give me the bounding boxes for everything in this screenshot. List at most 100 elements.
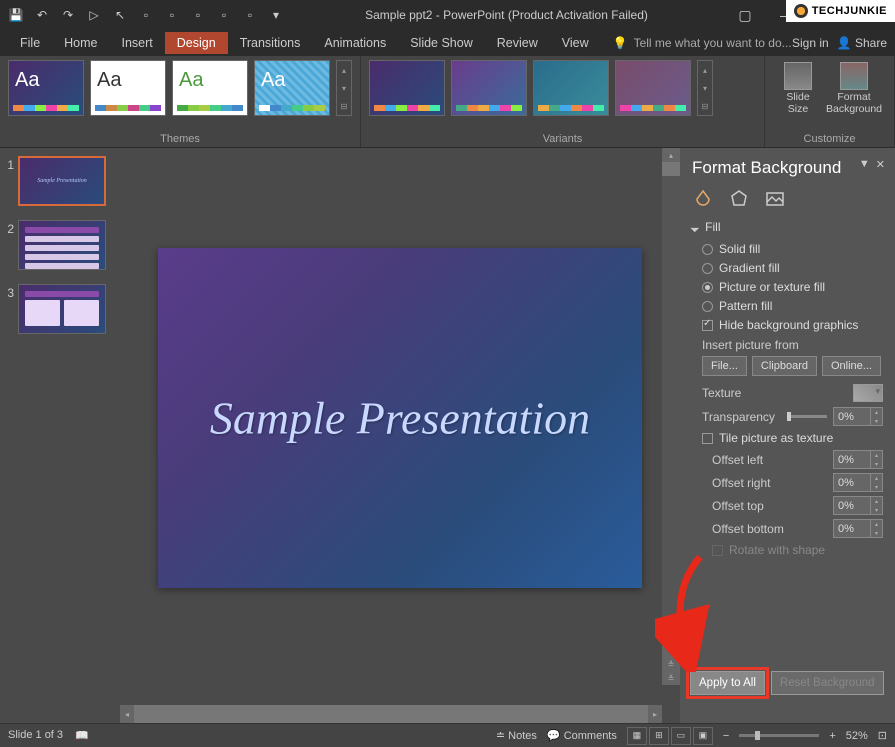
notes-button[interactable]: ≐ Notes xyxy=(496,729,537,742)
effects-tab-icon[interactable] xyxy=(728,188,750,210)
undo-icon[interactable]: ↶ xyxy=(30,3,54,27)
tab-view[interactable]: View xyxy=(550,32,601,54)
offset-right-spinner[interactable]: 0%▴▾ xyxy=(833,473,883,492)
gradient-fill-radio[interactable]: Gradient fill xyxy=(702,261,883,275)
themes-group-label: Themes xyxy=(8,131,352,145)
save-icon[interactable]: 💾 xyxy=(4,3,28,27)
fill-section-header[interactable]: Fill xyxy=(692,220,883,234)
pane-options-icon[interactable]: ▼ xyxy=(859,158,870,171)
scroll-up-icon[interactable]: ▴ xyxy=(662,148,680,162)
tab-insert[interactable]: Insert xyxy=(110,32,165,54)
scroll-down-icon[interactable]: ▾ xyxy=(662,643,680,657)
zoom-in-icon[interactable]: + xyxy=(829,730,835,742)
ribbon-options-icon[interactable]: ▢ xyxy=(725,1,765,29)
clipboard-button[interactable]: Clipboard xyxy=(752,356,817,376)
slide-editor: Sample Presentation ▴ ▾ ≜ ≚ ◂ ▸ xyxy=(120,148,680,723)
slide-counter[interactable]: Slide 1 of 3 xyxy=(8,729,63,742)
variant-option[interactable] xyxy=(369,60,445,116)
variant-option[interactable] xyxy=(615,60,691,116)
transparency-slider[interactable] xyxy=(787,415,827,418)
tab-transitions[interactable]: Transitions xyxy=(228,32,313,54)
zoom-out-icon[interactable]: − xyxy=(723,730,729,742)
qat-icon[interactable]: ▫ xyxy=(212,3,236,27)
reading-view-icon[interactable]: ▭ xyxy=(671,727,691,745)
fill-tab-icon[interactable] xyxy=(692,188,714,210)
scroll-thumb[interactable] xyxy=(662,162,680,176)
menu-bar: File Home Insert Design Transitions Anim… xyxy=(0,30,895,56)
qat-icon[interactable]: ▫ xyxy=(186,3,210,27)
online-button[interactable]: Online... xyxy=(822,356,881,376)
normal-view-icon[interactable]: ▦ xyxy=(627,727,647,745)
theme-option[interactable]: Aa xyxy=(172,60,248,116)
pattern-fill-radio[interactable]: Pattern fill xyxy=(702,299,883,313)
slide-thumbnail[interactable] xyxy=(18,220,106,270)
offset-left-spinner[interactable]: 0%▴▾ xyxy=(833,450,883,469)
transparency-spinner[interactable]: 0%▴▾ xyxy=(833,407,883,426)
tab-design[interactable]: Design xyxy=(165,32,228,54)
next-slide-icon[interactable]: ≚ xyxy=(662,671,680,685)
tab-review[interactable]: Review xyxy=(485,32,550,54)
prev-slide-icon[interactable]: ≜ xyxy=(662,657,680,671)
offset-right-label: Offset right xyxy=(712,476,833,490)
scroll-right-icon[interactable]: ▸ xyxy=(648,705,662,723)
start-from-beginning-icon[interactable]: ▷ xyxy=(82,3,106,27)
comments-button[interactable]: 💬 Comments xyxy=(547,729,617,742)
tell-me-search[interactable]: 💡 Tell me what you want to do... xyxy=(601,36,792,50)
hide-bg-graphics-checkbox[interactable]: Hide background graphics xyxy=(702,318,883,332)
slide-thumbnail[interactable] xyxy=(18,156,106,206)
fit-to-window-icon[interactable]: ⊡ xyxy=(878,729,887,742)
slide-thumbnail-panel[interactable]: 1 2 3 xyxy=(0,148,120,723)
transparency-label: Transparency xyxy=(702,410,781,424)
share-button[interactable]: 👤 Share xyxy=(837,36,887,50)
variants-gallery-expand[interactable]: ▴▾⊟ xyxy=(697,60,713,116)
scroll-thumb[interactable] xyxy=(134,705,648,723)
slide-number: 1 xyxy=(4,156,18,206)
pointer-icon[interactable]: ↖ xyxy=(108,3,132,27)
scroll-left-icon[interactable]: ◂ xyxy=(120,705,134,723)
apply-to-all-button[interactable]: Apply to All xyxy=(690,671,765,695)
theme-option[interactable]: Aa xyxy=(90,60,166,116)
texture-picker[interactable] xyxy=(853,384,883,402)
picture-fill-radio[interactable]: Picture or texture fill xyxy=(702,280,883,294)
qat-icon[interactable]: ▫ xyxy=(160,3,184,27)
tile-picture-checkbox[interactable]: Tile picture as texture xyxy=(702,431,883,445)
slide-size-button[interactable]: Slide Size xyxy=(773,60,823,117)
tab-animations[interactable]: Animations xyxy=(312,32,398,54)
tab-file[interactable]: File xyxy=(8,32,52,54)
zoom-slider[interactable] xyxy=(739,734,819,737)
themes-gallery-expand[interactable]: ▴▾⊟ xyxy=(336,60,352,116)
picture-tab-icon[interactable] xyxy=(764,188,786,210)
tab-home[interactable]: Home xyxy=(52,32,109,54)
format-background-pane: Format Background ▼ ✕ Fill Solid fill Gr… xyxy=(680,148,895,723)
file-button[interactable]: File... xyxy=(702,356,747,376)
slide-thumbnail[interactable] xyxy=(18,284,106,334)
slide-canvas[interactable]: Sample Presentation xyxy=(158,248,642,588)
vertical-scrollbar[interactable]: ▴ ▾ ≜ ≚ xyxy=(662,148,680,685)
qat-customize-icon[interactable]: ▾ xyxy=(264,3,288,27)
slideshow-view-icon[interactable]: ▣ xyxy=(693,727,713,745)
slide-title-text[interactable]: Sample Presentation xyxy=(210,392,590,445)
workspace: 1 2 3 Sample Presentation ▴ ▾ ≜ xyxy=(0,148,895,723)
redo-icon[interactable]: ↷ xyxy=(56,3,80,27)
spell-check-icon[interactable]: 📖 xyxy=(75,729,89,742)
offset-top-spinner[interactable]: 0%▴▾ xyxy=(833,496,883,515)
sign-in-link[interactable]: Sign in xyxy=(792,36,829,50)
offset-bottom-spinner[interactable]: 0%▴▾ xyxy=(833,519,883,538)
qat-icon[interactable]: ▫ xyxy=(238,3,262,27)
theme-option[interactable]: Aa xyxy=(254,60,330,116)
horizontal-scrollbar[interactable]: ◂ ▸ xyxy=(120,705,662,723)
variant-option[interactable] xyxy=(533,60,609,116)
zoom-level[interactable]: 52% xyxy=(846,730,868,742)
offset-bottom-label: Offset bottom xyxy=(712,522,833,536)
tab-slideshow[interactable]: Slide Show xyxy=(398,32,485,54)
format-background-button[interactable]: Format Background xyxy=(829,60,879,117)
reset-background-button[interactable]: Reset Background xyxy=(771,671,884,695)
solid-fill-radio[interactable]: Solid fill xyxy=(702,242,883,256)
pane-close-icon[interactable]: ✕ xyxy=(876,158,885,171)
sorter-view-icon[interactable]: ⊞ xyxy=(649,727,669,745)
format-background-icon xyxy=(840,62,868,90)
theme-option[interactable]: Aa xyxy=(8,60,84,116)
qat-icon[interactable]: ▫ xyxy=(134,3,158,27)
variant-option[interactable] xyxy=(451,60,527,116)
watermark-badge: TECHJUNKIE xyxy=(786,0,895,22)
